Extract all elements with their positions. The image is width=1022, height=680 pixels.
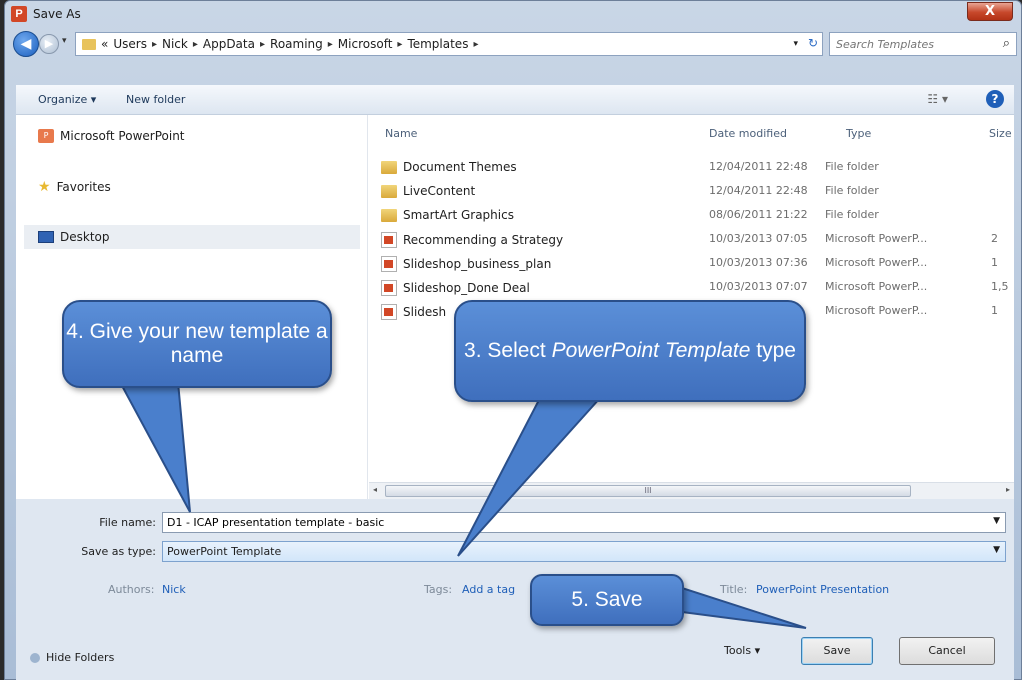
callout-name-text: 4. Give your new template a name [66, 320, 328, 367]
callout-name-template: 4. Give your new template a name [62, 300, 332, 388]
callout-select-type: 3. Select PowerPoint Template type [454, 300, 806, 402]
callout-name-tail [118, 381, 191, 513]
callout-save-text: 5. Save [571, 588, 643, 611]
callout-type-text: 3. Select PowerPoint Template type [464, 339, 796, 362]
callout-save: 5. Save [530, 574, 684, 626]
callout-save-tail [681, 586, 807, 629]
callout-type-tail [457, 397, 603, 557]
